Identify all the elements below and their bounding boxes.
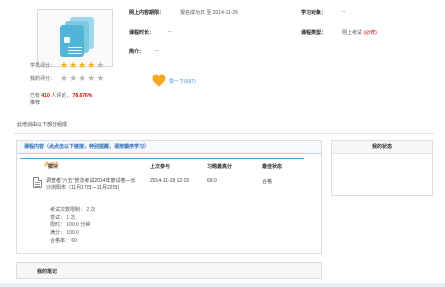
- detail-time: 限时： 100.0 分钟: [50, 222, 91, 229]
- my-status-value: 通过中: [44, 162, 60, 168]
- star-icon: ★: [78, 60, 87, 70]
- star-icon: ★: [96, 60, 105, 70]
- best-score: 69.0: [207, 178, 217, 184]
- star-icon[interactable]: ★: [87, 73, 95, 83]
- type-label: 课程类型：: [301, 30, 327, 36]
- time-label: 网上内容期限：: [129, 10, 165, 16]
- divider: [14, 133, 434, 134]
- star-icon: ★: [69, 60, 78, 70]
- intro-label: 简介：: [129, 49, 145, 55]
- recommend-label: 推荐: [30, 100, 41, 106]
- detail-pass: 合格率： 60: [50, 237, 77, 244]
- table-header-rule: [20, 158, 304, 159]
- my-rating[interactable]: 我的评分： ★★★★★: [30, 74, 105, 83]
- comment-stats: 已有 410 人评论， 78.676%: [30, 93, 93, 99]
- intro-value: --: [155, 48, 159, 54]
- target-label: 学习对象：: [301, 10, 327, 16]
- duration-label: 课程时长：: [129, 30, 155, 36]
- student-rating: 学员评分： ★★★★★: [30, 61, 105, 70]
- detail-limit: 考试次数限制： 2 次: [50, 207, 96, 213]
- document-stack-icon: [58, 15, 94, 61]
- best-status: 合格: [262, 179, 273, 185]
- comment-count: 410: [41, 93, 50, 99]
- footer-strip: [0, 283, 445, 287]
- like-button[interactable]: 赞一下(687): [169, 78, 196, 85]
- student-rating-stars: ★★★★★: [60, 61, 105, 70]
- star-icon[interactable]: ★: [69, 73, 77, 83]
- duration-value: --: [168, 29, 172, 35]
- student-rating-label: 学员评分：: [30, 63, 56, 69]
- my-status-title: 我的状态: [332, 141, 432, 154]
- required-badge: (必修): [363, 30, 377, 36]
- course-link[interactable]: 调查者“六五”普法考试2014年度试卷—长沙浏阳市（11月17日—11月22日）: [46, 178, 138, 192]
- star-icon[interactable]: ★: [96, 73, 104, 83]
- type-value: 网上考试 (必修): [342, 30, 377, 36]
- my-rating-label: 我的评分：: [30, 76, 56, 82]
- star-icon[interactable]: ★: [60, 73, 68, 83]
- section-intro: 此培训由以下部分组成: [17, 122, 68, 128]
- exam-details: 考试次数限制： 2 次 尝试： 1 次 限时： 100.0 分钟 满分： 100…: [50, 207, 96, 246]
- star-icon[interactable]: ★: [78, 73, 86, 83]
- my-status-panel: 我的状态: [331, 140, 433, 196]
- my-rating-stars[interactable]: ★★★★★: [60, 74, 105, 83]
- my-notes-panel[interactable]: 我的笔记: [16, 262, 322, 279]
- col-last: 上次参与: [150, 164, 171, 170]
- my-notes-title: 我的笔记: [37, 269, 58, 275]
- course-cover: [37, 9, 113, 67]
- detail-full: 满分： 100.0: [50, 230, 79, 237]
- last-attempt: 2014-11-18 12:15: [150, 178, 190, 184]
- time-value: 报名成功日 至 2014-11-26: [180, 10, 238, 16]
- star-icon: ★: [60, 60, 69, 70]
- col-status: 最佳状态: [262, 164, 283, 170]
- star-icon: ★: [87, 60, 96, 70]
- document-icon: [33, 177, 42, 188]
- heart-icon[interactable]: [152, 74, 166, 87]
- recommend-percent: 78.676%: [72, 93, 93, 99]
- course-content-title: 课程内容（点点击以下链接，特别提醒，请按顺序学习）: [17, 141, 321, 154]
- target-value: --: [342, 9, 346, 15]
- col-score: 习题最高分: [207, 164, 233, 170]
